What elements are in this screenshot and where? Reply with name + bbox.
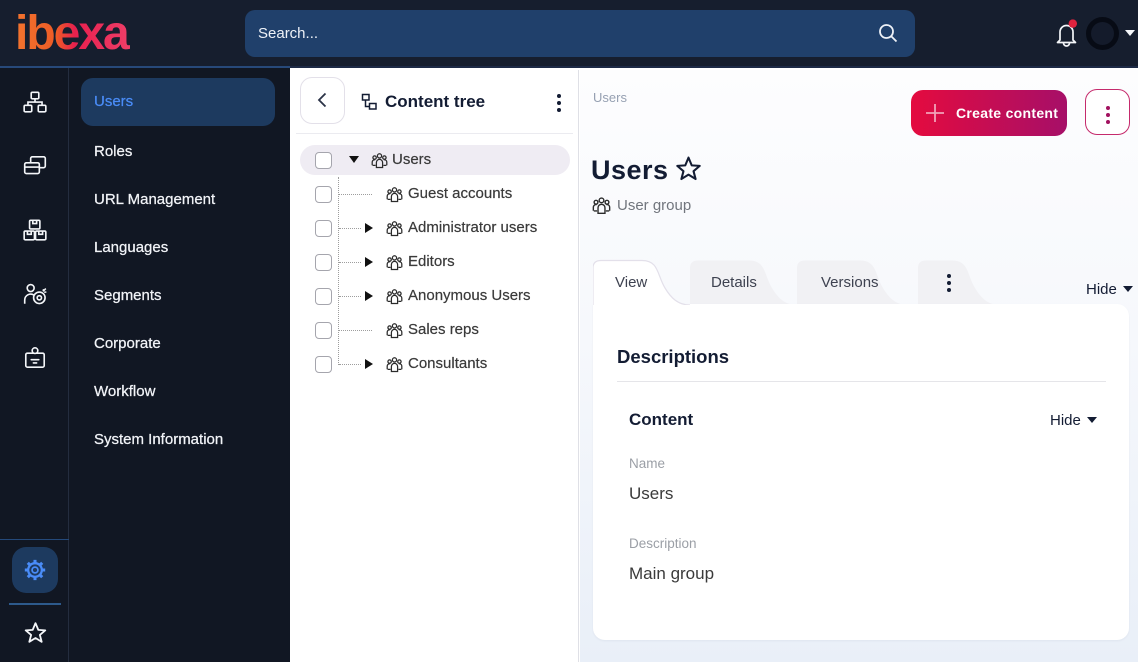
svg-text:ibexa: ibexa bbox=[16, 12, 130, 56]
